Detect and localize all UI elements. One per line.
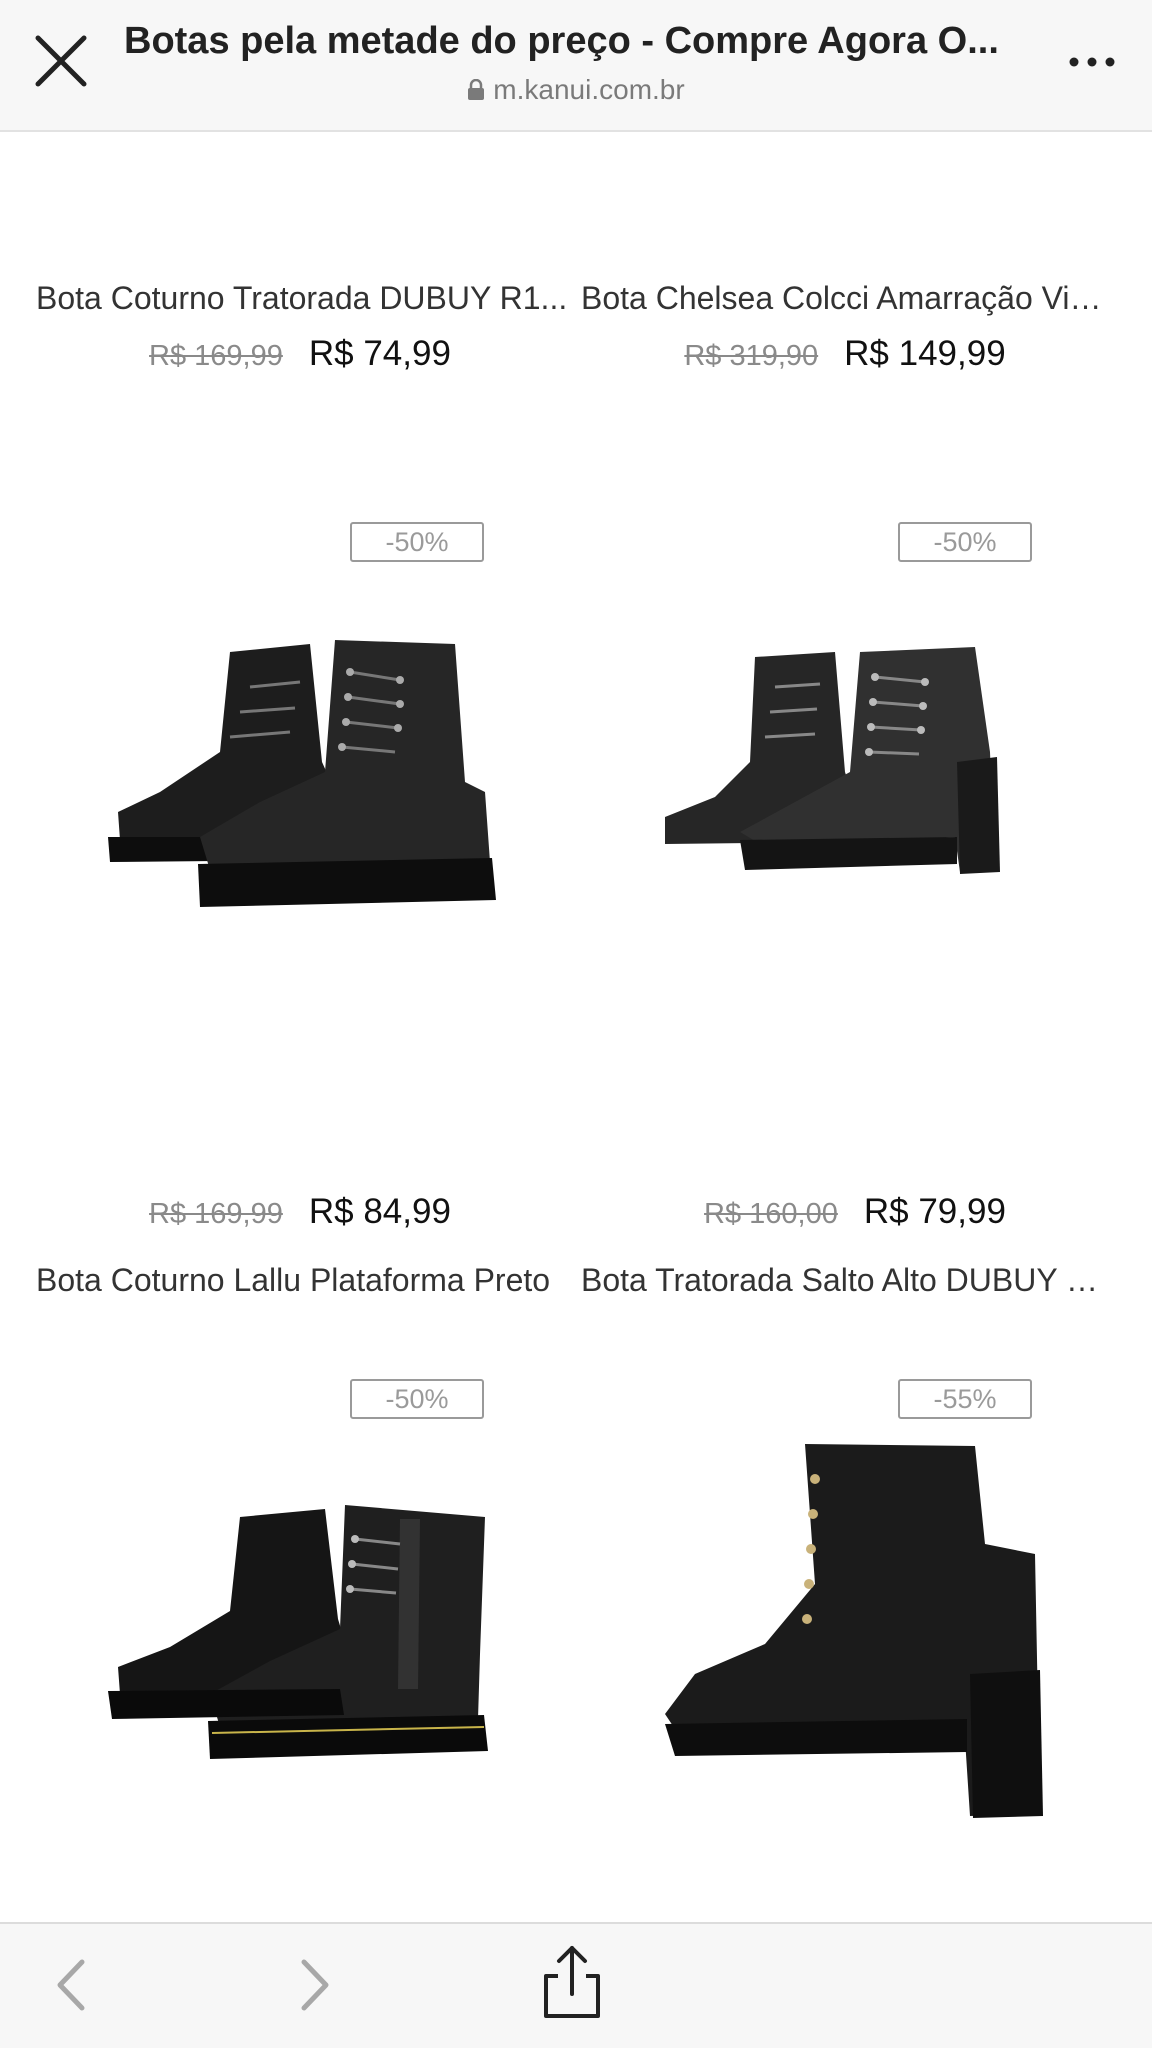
product-card[interactable]: -50% bbox=[0, 1379, 560, 1922]
product-image bbox=[108, 1505, 488, 1759]
current-price: R$ 84,99 bbox=[308, 1192, 451, 1231]
page-title: Botas pela metade do preço - Compre Agor… bbox=[124, 20, 999, 62]
more-button[interactable] bbox=[1064, 40, 1120, 80]
old-price: R$ 169,99 bbox=[149, 1198, 283, 1230]
product-name: Bota Coturno Lallu Plataforma Preto bbox=[36, 1262, 551, 1298]
discount-badge: -50% bbox=[350, 522, 484, 562]
discount-badge: -50% bbox=[350, 1379, 484, 1419]
product-name: Bota Tratorada Salto Alto DUBUY R... bbox=[581, 1262, 1113, 1298]
product-image bbox=[108, 640, 496, 907]
product-name: Bota Chelsea Colcci Amarração Vin... bbox=[581, 280, 1113, 316]
old-price: R$ 169,99 bbox=[149, 340, 283, 372]
product-prices: R$ 319,90 R$ 149,99 bbox=[545, 334, 1145, 374]
product-card[interactable]: -55% bbox=[545, 1379, 1105, 1922]
chevron-right-icon bbox=[301, 1959, 329, 2011]
lock-icon bbox=[468, 79, 485, 100]
share-icon bbox=[544, 1946, 600, 2018]
url-bar[interactable]: m.kanui.com.br bbox=[0, 74, 1152, 106]
product-image bbox=[665, 1444, 1043, 1818]
old-price: R$ 160,00 bbox=[704, 1198, 838, 1230]
current-price: R$ 74,99 bbox=[308, 334, 451, 373]
share-button[interactable] bbox=[536, 1942, 608, 2022]
product-prices: R$ 169,99 R$ 84,99 bbox=[0, 1192, 600, 1232]
current-price: R$ 149,99 bbox=[844, 334, 1006, 373]
more-icon bbox=[1069, 57, 1115, 67]
product-prices: R$ 169,99 R$ 74,99 bbox=[0, 334, 600, 374]
product-card[interactable]: -50% Bota Coturno Lallu Plataforma Preto bbox=[0, 522, 560, 1298]
current-price: R$ 79,99 bbox=[863, 1192, 1006, 1231]
browser-header: Botas pela metade do preço - Compre Agor… bbox=[0, 0, 1152, 132]
chevron-left-icon bbox=[57, 1959, 85, 2011]
discount-badge: -50% bbox=[898, 522, 1032, 562]
url-text: m.kanui.com.br bbox=[493, 74, 685, 105]
back-button[interactable] bbox=[38, 1950, 108, 2020]
product-card[interactable]: Bota Chelsea Colcci Amarração Vin... R$ … bbox=[545, 132, 1113, 412]
discount-badge: -55% bbox=[898, 1379, 1032, 1419]
product-card[interactable]: Bota Coturno Tratorada DUBUY R1... R$ 16… bbox=[0, 132, 567, 412]
forward-button[interactable] bbox=[278, 1950, 348, 2020]
product-grid: Bota Coturno Tratorada DUBUY R1... R$ 16… bbox=[0, 132, 1152, 1922]
product-name: Bota Coturno Tratorada DUBUY R1... bbox=[36, 280, 568, 316]
product-card[interactable]: -50% Bota Tratorada Salto Alto DUBUY R..… bbox=[545, 522, 1113, 1298]
product-image bbox=[665, 647, 1000, 874]
old-price: R$ 319,90 bbox=[684, 340, 819, 372]
bottom-toolbar bbox=[0, 1922, 1152, 2048]
product-prices: R$ 160,00 R$ 79,99 bbox=[555, 1192, 1152, 1232]
